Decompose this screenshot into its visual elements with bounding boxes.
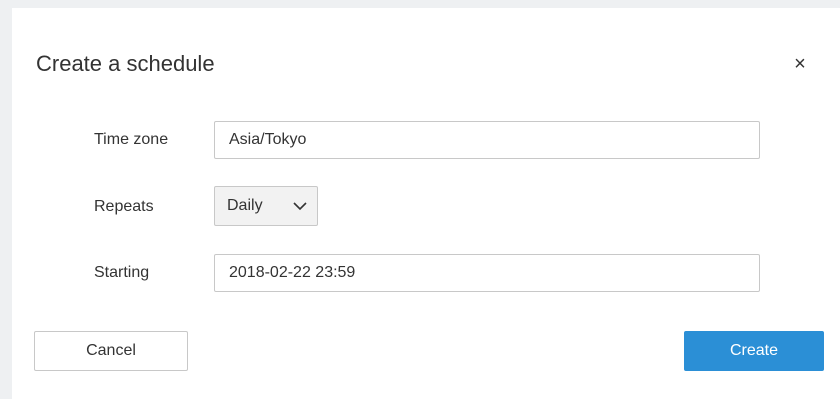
time-zone-label: Time zone xyxy=(94,131,169,148)
dialog-title: Create a schedule xyxy=(36,51,215,76)
chevron-down-icon xyxy=(293,202,307,211)
create-button[interactable]: Create xyxy=(684,331,824,371)
repeats-label: Repeats xyxy=(94,198,154,215)
starting-label: Starting xyxy=(94,264,150,281)
cancel-button[interactable]: Cancel xyxy=(34,331,188,371)
starting-datetime-input[interactable] xyxy=(214,254,760,292)
time-zone-input[interactable] xyxy=(214,121,760,159)
create-schedule-dialog: Create a schedule × Time zone Repeats Da… xyxy=(12,8,840,399)
close-icon[interactable]: × xyxy=(790,54,810,74)
repeats-selected-value: Daily xyxy=(227,197,263,214)
repeats-select[interactable]: Daily xyxy=(214,186,318,226)
